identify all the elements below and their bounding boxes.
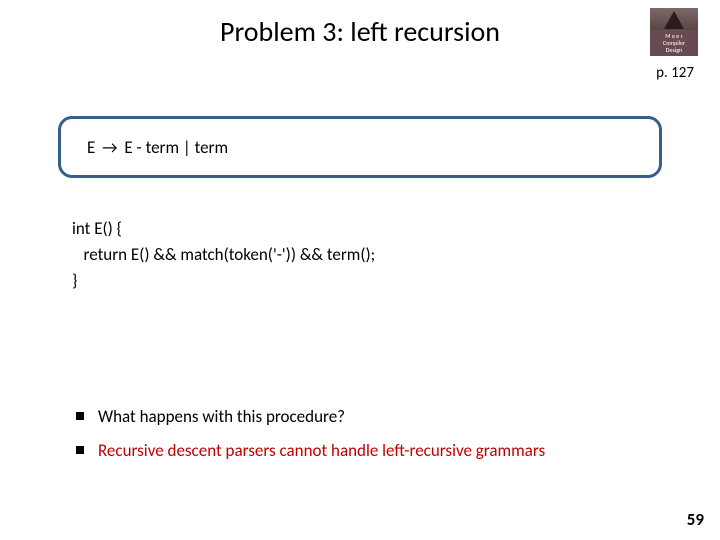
page-reference: p. 127 (656, 64, 694, 82)
grammar-rhs: E - term | term (124, 137, 228, 158)
bullet-item: Recursive descent parsers cannot handle … (76, 434, 676, 468)
code-line-3: } (72, 270, 77, 291)
bullet-text: What happens with this procedure? (98, 400, 345, 434)
book-line3: Design (666, 47, 682, 54)
grammar-expression: E → E - term | term (87, 137, 228, 158)
tree-icon (664, 11, 684, 29)
grammar-rule-box: E → E - term | term (58, 116, 662, 178)
book-title-band: M o e r Compiler Design (650, 30, 698, 56)
slide-number: 59 (687, 509, 704, 530)
square-bullet-icon (76, 412, 84, 420)
slide: Problem 3: left recursion M o e r Compil… (0, 0, 720, 540)
code-block: int E() { return E() && match(token('-')… (72, 216, 375, 294)
square-bullet-icon (76, 446, 84, 454)
code-line-1: int E() { (72, 218, 122, 239)
book-cover-icon: M o e r Compiler Design (650, 8, 698, 56)
bullet-text: Recursive descent parsers cannot handle … (98, 434, 545, 468)
arrow-icon: → (99, 137, 120, 158)
page-title: Problem 3: left recursion (0, 14, 720, 49)
bullet-list: What happens with this procedure? Recurs… (76, 400, 676, 468)
grammar-lhs: E (87, 137, 95, 158)
code-line-2: return E() && match(token('-')) && term(… (72, 244, 375, 265)
bullet-item: What happens with this procedure? (76, 400, 676, 434)
